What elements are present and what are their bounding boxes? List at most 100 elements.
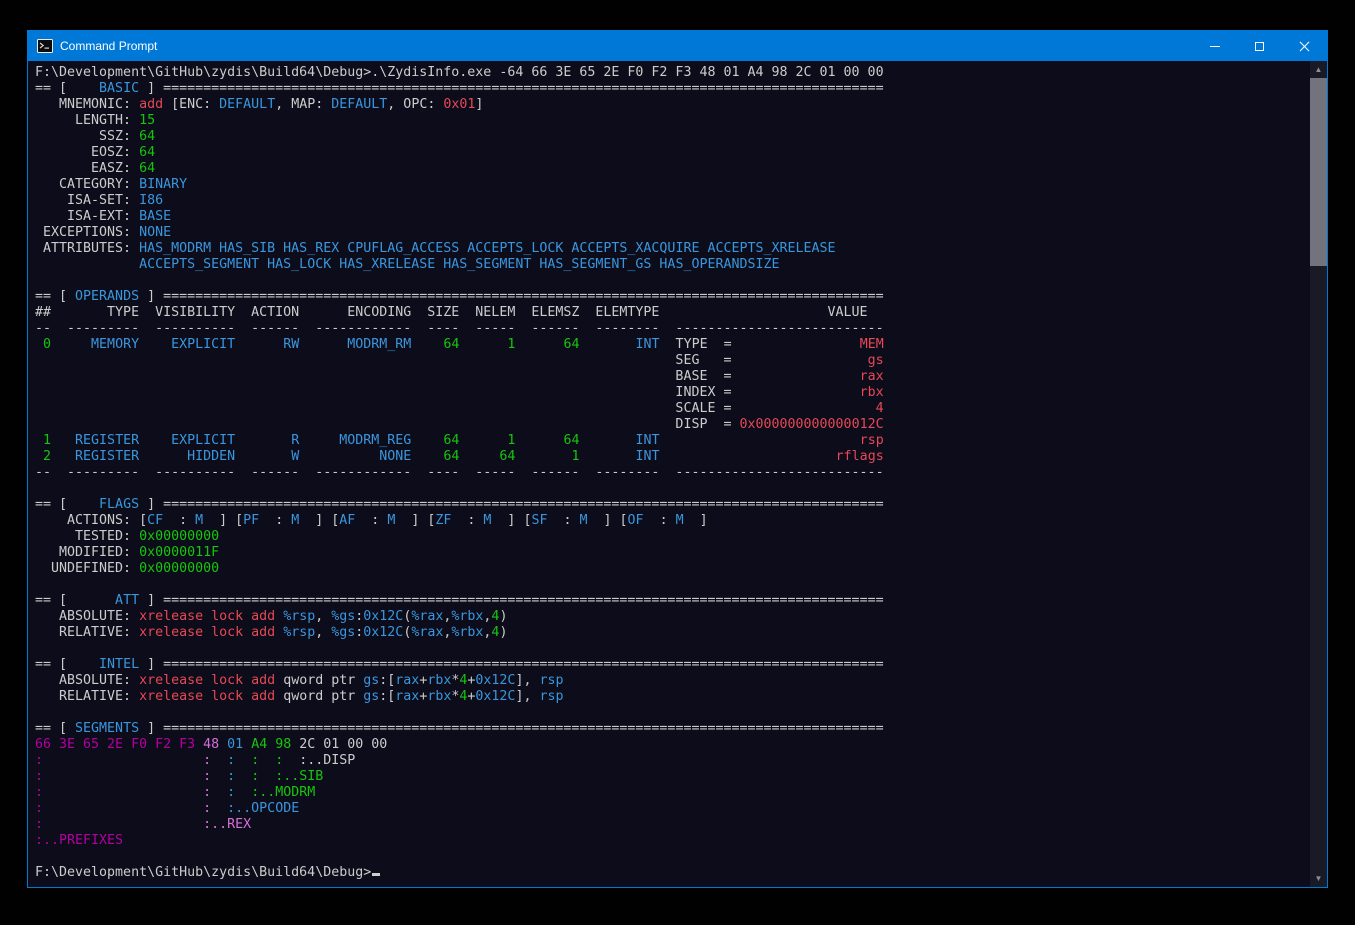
scroll-down-icon[interactable]: ▼ <box>1310 870 1327 887</box>
console-text-segment: ABSOLUTE: <box>35 609 139 624</box>
scroll-up-icon[interactable]: ▲ <box>1310 61 1327 78</box>
console-text-segment: MNEMONIC: <box>35 97 139 112</box>
console-text-segment: F:\Development\GitHub\zydis\Build64\Debu… <box>35 865 371 880</box>
scrollbar[interactable]: ▲ ▼ <box>1310 61 1327 887</box>
console-text-segment: F:\Development\GitHub\zydis\Build64\Debu… <box>35 65 884 80</box>
console-text-segment: : <box>35 769 43 784</box>
console-text-segment: ] <box>684 513 708 528</box>
console-text-segment: == [ <box>35 721 75 736</box>
console-text-segment: : <box>227 769 235 784</box>
console-line: BASE = rax <box>35 369 1307 385</box>
console-line: 1 REGISTER EXPLICIT R MODRM_REG 64 1 64 … <box>35 433 1307 449</box>
console-text-segment: CATEGORY: <box>35 177 139 192</box>
console-line: ISA-EXT: BASE <box>35 209 1307 225</box>
console-text-segment: %rax <box>411 625 443 640</box>
console-text-segment: BINARY <box>139 177 187 192</box>
console-text-segment: 0x01 <box>443 97 475 112</box>
console-text-segment <box>139 449 155 464</box>
console-text-segment: W <box>251 449 299 464</box>
console-output: F:\Development\GitHub\zydis\Build64\Debu… <box>35 65 1307 881</box>
console-text-segment: == [ <box>35 289 75 304</box>
console-text-segment: : <box>163 513 195 528</box>
console-text-segment: ] [ <box>588 513 628 528</box>
console-text-segment: , OPC: <box>387 97 443 112</box>
console-text-segment <box>660 433 676 448</box>
console-text-segment: ACCEPTS_SEGMENT HAS_LOCK HAS_XRELEASE HA… <box>139 257 779 272</box>
console-text-segment <box>43 817 203 832</box>
console-text-segment: xrelease lock add <box>139 689 283 704</box>
command-prompt-window: Command Prompt F:\Development\GitHub\zyd… <box>27 30 1328 888</box>
console-text-segment <box>51 433 67 448</box>
console-line: CATEGORY: BINARY <box>35 177 1307 193</box>
maximize-icon <box>1255 42 1264 51</box>
console-line: EXCEPTIONS: NONE <box>35 225 1307 241</box>
console-text-segment: : <box>203 785 211 800</box>
console-text-segment: [ENC: <box>163 97 219 112</box>
console-text-segment: 1 <box>531 449 579 464</box>
maximize-button[interactable] <box>1237 31 1282 61</box>
console-text-segment <box>283 753 299 768</box>
console-text-segment: NONE <box>139 225 171 240</box>
console-text-segment: OF <box>628 513 644 528</box>
minimize-button[interactable] <box>1192 31 1237 61</box>
console-text-segment: SCALE = <box>35 401 731 416</box>
console-text-segment: :..PREFIXES <box>35 833 123 848</box>
console-text-segment: LENGTH: <box>35 113 139 128</box>
console-text-segment: INTEL <box>75 657 139 672</box>
console-line: -- --------- ---------- ------ ---------… <box>35 321 1307 337</box>
console-line: INDEX = rbx <box>35 385 1307 401</box>
console-text-segment: : <box>35 785 43 800</box>
console-text-segment: : <box>259 513 291 528</box>
console-text-segment: 64 <box>139 145 155 160</box>
console-text-segment: == [ <box>35 593 75 608</box>
console-text-segment: ) <box>499 625 507 640</box>
console-text-segment: ] [ <box>299 513 339 528</box>
console-viewport[interactable]: F:\Development\GitHub\zydis\Build64\Debu… <box>28 61 1327 887</box>
console-text-segment: ATT <box>75 593 139 608</box>
scrollbar-thumb[interactable] <box>1310 78 1327 266</box>
console-line: UNDEFINED: 0x00000000 <box>35 561 1307 577</box>
console-text-segment: : <box>203 801 211 816</box>
console-text-segment: : <box>644 513 676 528</box>
console-text-segment: 48 <box>203 737 227 752</box>
close-button[interactable] <box>1282 31 1327 61</box>
console-text-segment <box>259 769 275 784</box>
console-text-segment <box>579 433 595 448</box>
console-line: == [ ATT ] =============================… <box>35 593 1307 609</box>
console-text-segment: MODIFIED: <box>35 545 139 560</box>
console-text-segment <box>235 753 251 768</box>
console-line: : :..REX <box>35 817 1307 833</box>
console-line: : : : :..MODRM <box>35 785 1307 801</box>
console-text-segment: EXCEPTIONS: <box>35 225 139 240</box>
console-text-segment: : <box>227 753 235 768</box>
console-line: MNEMONIC: add [ENC: DEFAULT, MAP: DEFAUL… <box>35 97 1307 113</box>
console-line <box>35 849 1307 865</box>
console-line: == [ OPERANDS ] ========================… <box>35 289 1307 305</box>
console-text-segment: SEGMENTS <box>75 721 139 736</box>
console-text-segment: ISA-EXT: <box>35 209 139 224</box>
console-line: :..PREFIXES <box>35 833 1307 849</box>
console-line: MODIFIED: 0x0000011F <box>35 545 1307 561</box>
console-text-segment: 0 <box>35 337 51 352</box>
console-text-segment: RELATIVE: <box>35 689 139 704</box>
console-line: SCALE = 4 <box>35 401 1307 417</box>
console-text-segment: A4 <box>251 737 275 752</box>
console-text-segment <box>211 785 227 800</box>
console-line: ACTIONS: [CF : M ] [PF : M ] [AF : M ] [… <box>35 513 1307 529</box>
console-text-segment: RW <box>251 337 299 352</box>
console-text-segment: BASE <box>139 209 171 224</box>
console-text-segment: 2C 01 00 00 <box>299 737 387 752</box>
console-text-segment: M <box>676 513 684 528</box>
console-line: -- --------- ---------- ------ ---------… <box>35 465 1307 481</box>
console-line: : : : : :..SIB <box>35 769 1307 785</box>
cmd-app-icon[interactable] <box>37 38 53 54</box>
console-text-segment <box>43 785 203 800</box>
console-text-segment <box>660 449 676 464</box>
terminal-cursor <box>372 873 380 876</box>
console-text-segment: %rax <box>411 609 443 624</box>
console-line: ATTRIBUTES: HAS_MODRM HAS_SIB HAS_REX CP… <box>35 241 1307 257</box>
titlebar[interactable]: Command Prompt <box>28 31 1327 61</box>
console-text-segment: -- --------- ---------- ------ ---------… <box>35 321 884 336</box>
console-text-segment <box>43 753 203 768</box>
console-text-segment <box>411 337 427 352</box>
